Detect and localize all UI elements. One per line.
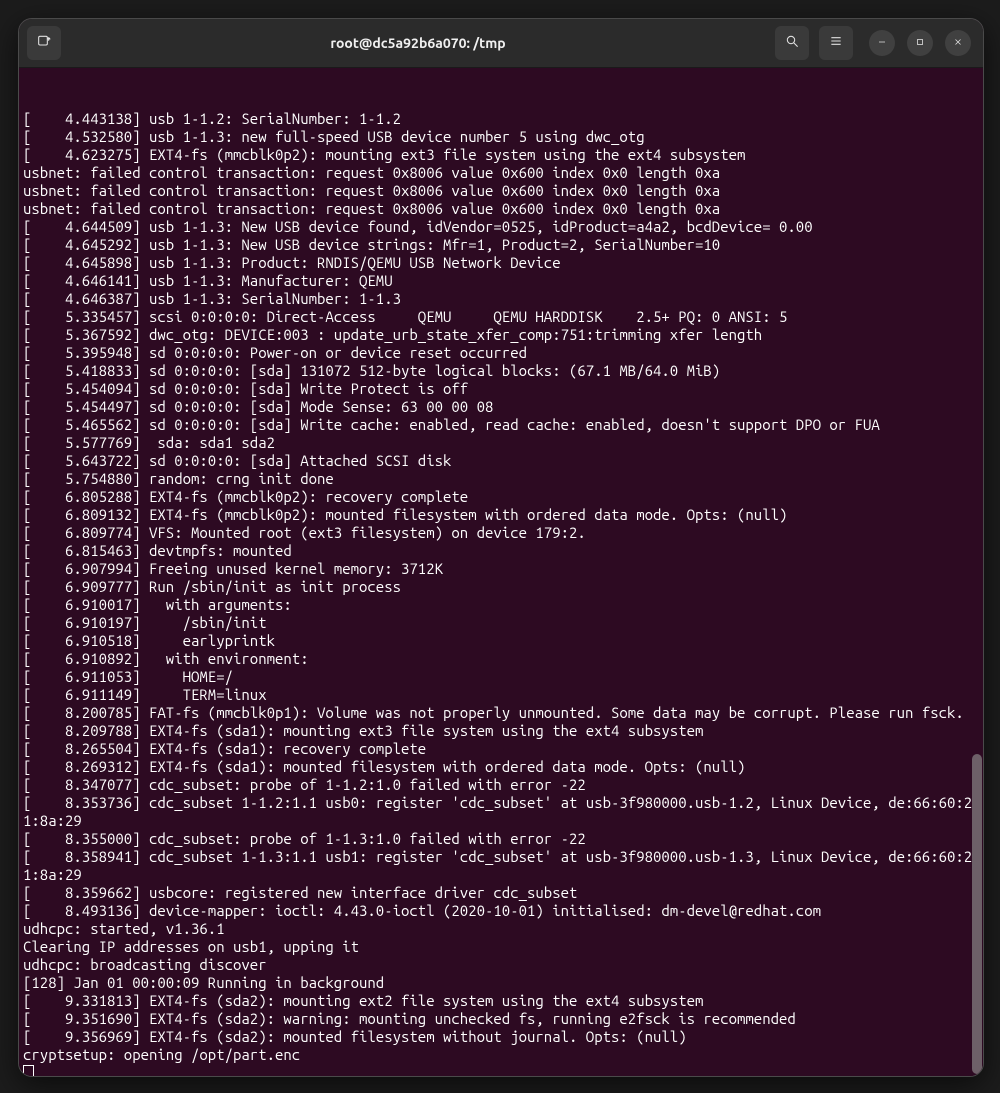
hamburger-icon [828,33,844,53]
minimize-button[interactable] [869,30,895,56]
window-controls [869,30,971,56]
close-button[interactable] [945,30,971,56]
search-button[interactable] [775,26,809,60]
terminal-cursor [23,1065,34,1076]
window-title: root@dc5a92b6a070: /tmp [67,35,769,51]
menu-button[interactable] [819,26,853,60]
new-tab-icon [36,33,52,53]
titlebar: root@dc5a92b6a070: /tmp [19,19,983,68]
scrollbar[interactable] [972,69,982,1074]
maximize-icon [914,34,926,52]
terminal-output: [ 4.443138] usb 1-1.2: SerialNumber: 1-1… [23,110,979,1076]
search-icon [784,33,800,53]
terminal-window: root@dc5a92b6a070: /tmp [18,18,984,1077]
maximize-button[interactable] [907,30,933,56]
scrollbar-thumb[interactable] [972,754,982,1074]
new-tab-button[interactable] [27,26,61,60]
terminal-viewport[interactable]: [ 4.443138] usb 1-1.2: SerialNumber: 1-1… [19,68,983,1076]
titlebar-right [775,26,975,60]
close-icon [952,34,964,52]
minimize-icon [876,34,888,52]
